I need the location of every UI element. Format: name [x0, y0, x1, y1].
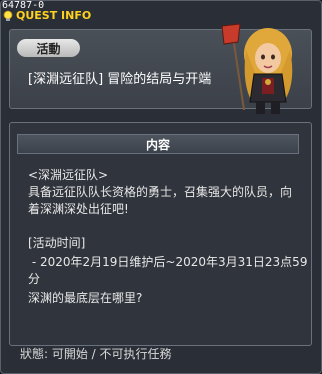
- content-line: 着深渊深处出征吧!: [28, 202, 129, 216]
- title-bar[interactable]: QUEST INFO: [2, 9, 91, 22]
- npc-portrait: [221, 23, 293, 114]
- quest-name: [深淵远征队] 冒险的结局与开端: [28, 72, 212, 87]
- window-title: QUEST INFO: [16, 9, 92, 22]
- content-line: [活动时间]: [28, 236, 86, 250]
- event-tag: 活動: [17, 39, 80, 57]
- content-line: 具备远征队队长资格的勇士，召集强大的队员，向: [28, 185, 293, 199]
- content-line: <深淵远征队>: [28, 168, 109, 182]
- content-panel: [9, 122, 312, 346]
- content-line: 深渊的最底层在哪里?: [28, 291, 143, 305]
- content-header: 内容: [17, 134, 299, 154]
- content-line: - 2020年2月19日维护后~2020年3月31日23点59分: [28, 255, 308, 286]
- quest-status: 狀態: 可開始 / 不可执行任務: [20, 347, 172, 361]
- lightbulb-icon: [3, 10, 13, 21]
